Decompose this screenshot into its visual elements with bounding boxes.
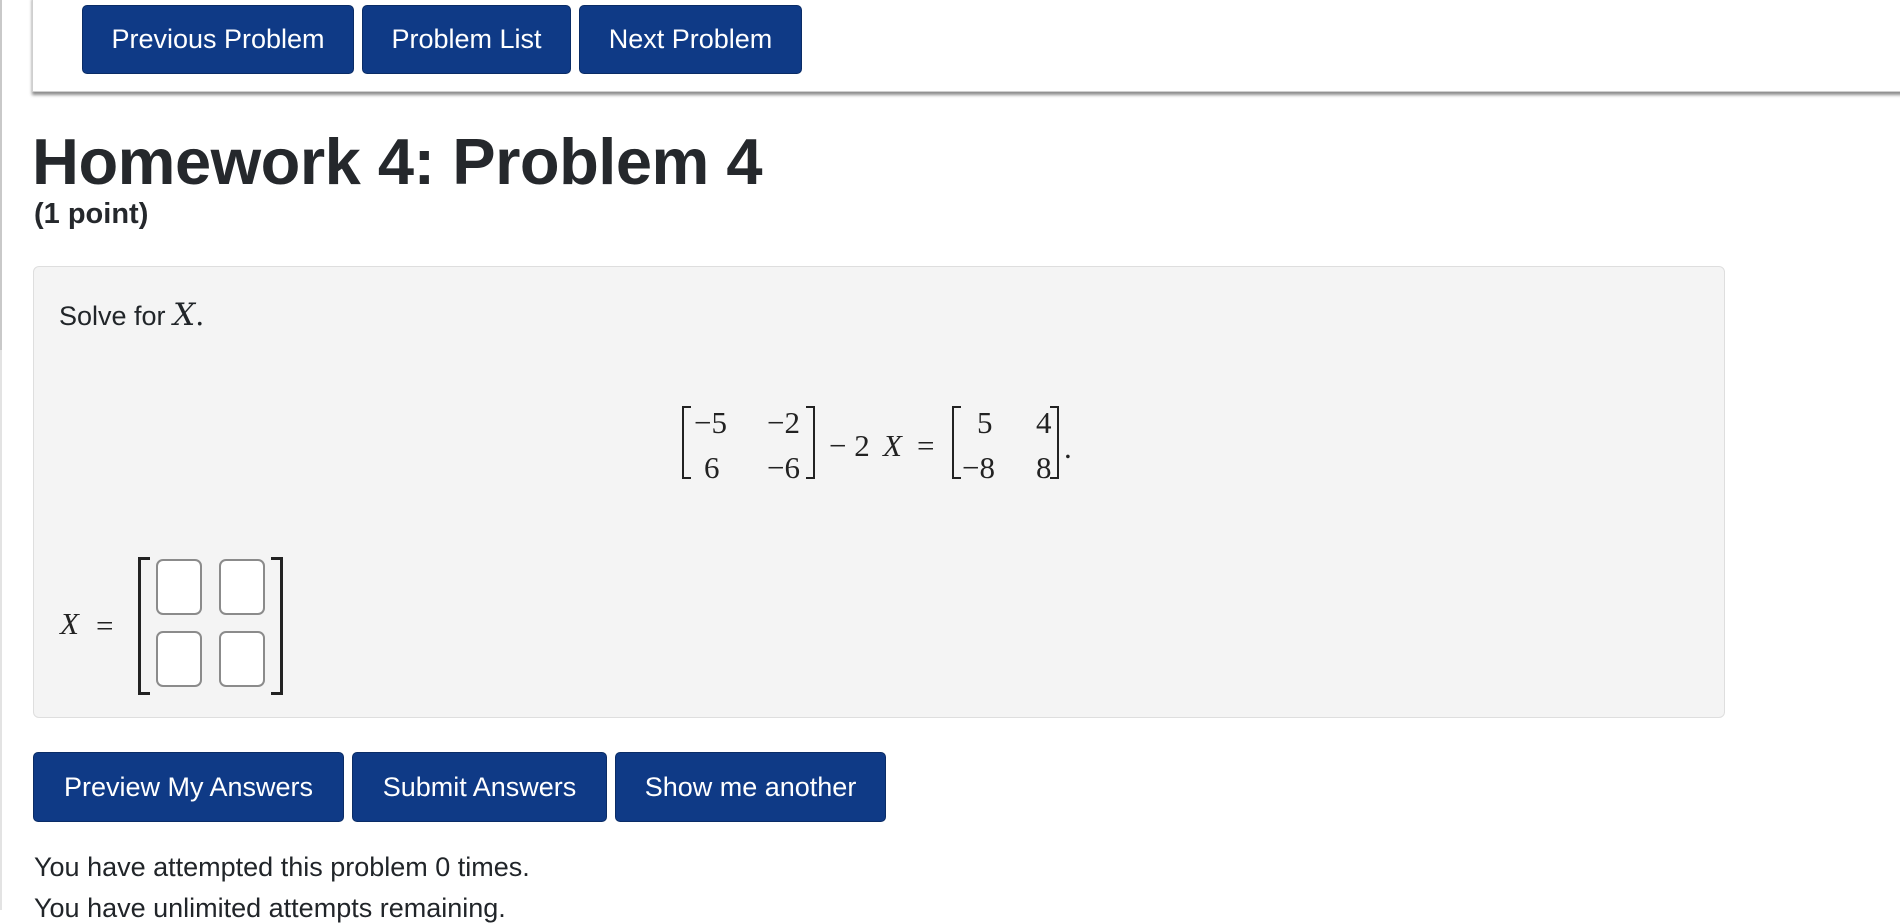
previous-problem-button[interactable]: Previous Problem [82, 5, 354, 74]
equals-sign: = [917, 428, 935, 463]
equation: −5 −2 6 −6 − 2 X = 5 4 −8 8 . [34, 267, 1726, 719]
answer-cell-r1c1[interactable] [156, 559, 202, 615]
page-title: Homework 4: Problem 4 [32, 125, 763, 198]
left-edge-shade [0, 0, 2, 350]
answer-right-bracket [271, 557, 283, 695]
matrix-b-cell: −8 [962, 450, 995, 485]
attempts-status: You have attempted this problem 0 times. [34, 852, 530, 882]
matrix-b-left-bracket [952, 406, 961, 479]
answer-cell-r2c2[interactable] [219, 631, 265, 687]
minus-two-coefficient: − 2 [829, 428, 870, 463]
answer-left-bracket [138, 557, 150, 695]
remaining-attempts-status: You have unlimited attempts remaining. [34, 893, 506, 923]
equation-period: . [1064, 430, 1072, 465]
answer-cell-r2c1[interactable] [156, 631, 202, 687]
show-another-button[interactable]: Show me another [615, 752, 886, 822]
problem-points: (1 point) [34, 198, 149, 230]
matrix-a-cell: −2 [767, 405, 800, 440]
matrix-b-right-bracket [1050, 406, 1059, 479]
matrix-b-cell: 5 [977, 405, 993, 440]
problem-list-button[interactable]: Problem List [362, 5, 571, 74]
matrix-a-cell: −5 [694, 405, 727, 440]
matrix-a-cell: 6 [704, 450, 720, 485]
answer-variable: X [60, 606, 79, 641]
preview-answers-button[interactable]: Preview My Answers [33, 752, 344, 822]
answer-equals-sign: = [96, 608, 114, 643]
problem-nav-bar: Previous Problem Problem List Next Probl… [32, 0, 1900, 92]
equation-variable: X [883, 428, 902, 463]
matrix-a-left-bracket [682, 406, 691, 479]
matrix-a-cell: −6 [767, 450, 800, 485]
submit-answers-button[interactable]: Submit Answers [352, 752, 607, 822]
next-problem-button[interactable]: Next Problem [579, 5, 802, 74]
matrix-a-right-bracket [806, 406, 815, 479]
problem-panel: Solve for X. −5 −2 6 −6 − 2 X = 5 4 −8 8… [33, 266, 1725, 718]
answer-cell-r1c2[interactable] [219, 559, 265, 615]
